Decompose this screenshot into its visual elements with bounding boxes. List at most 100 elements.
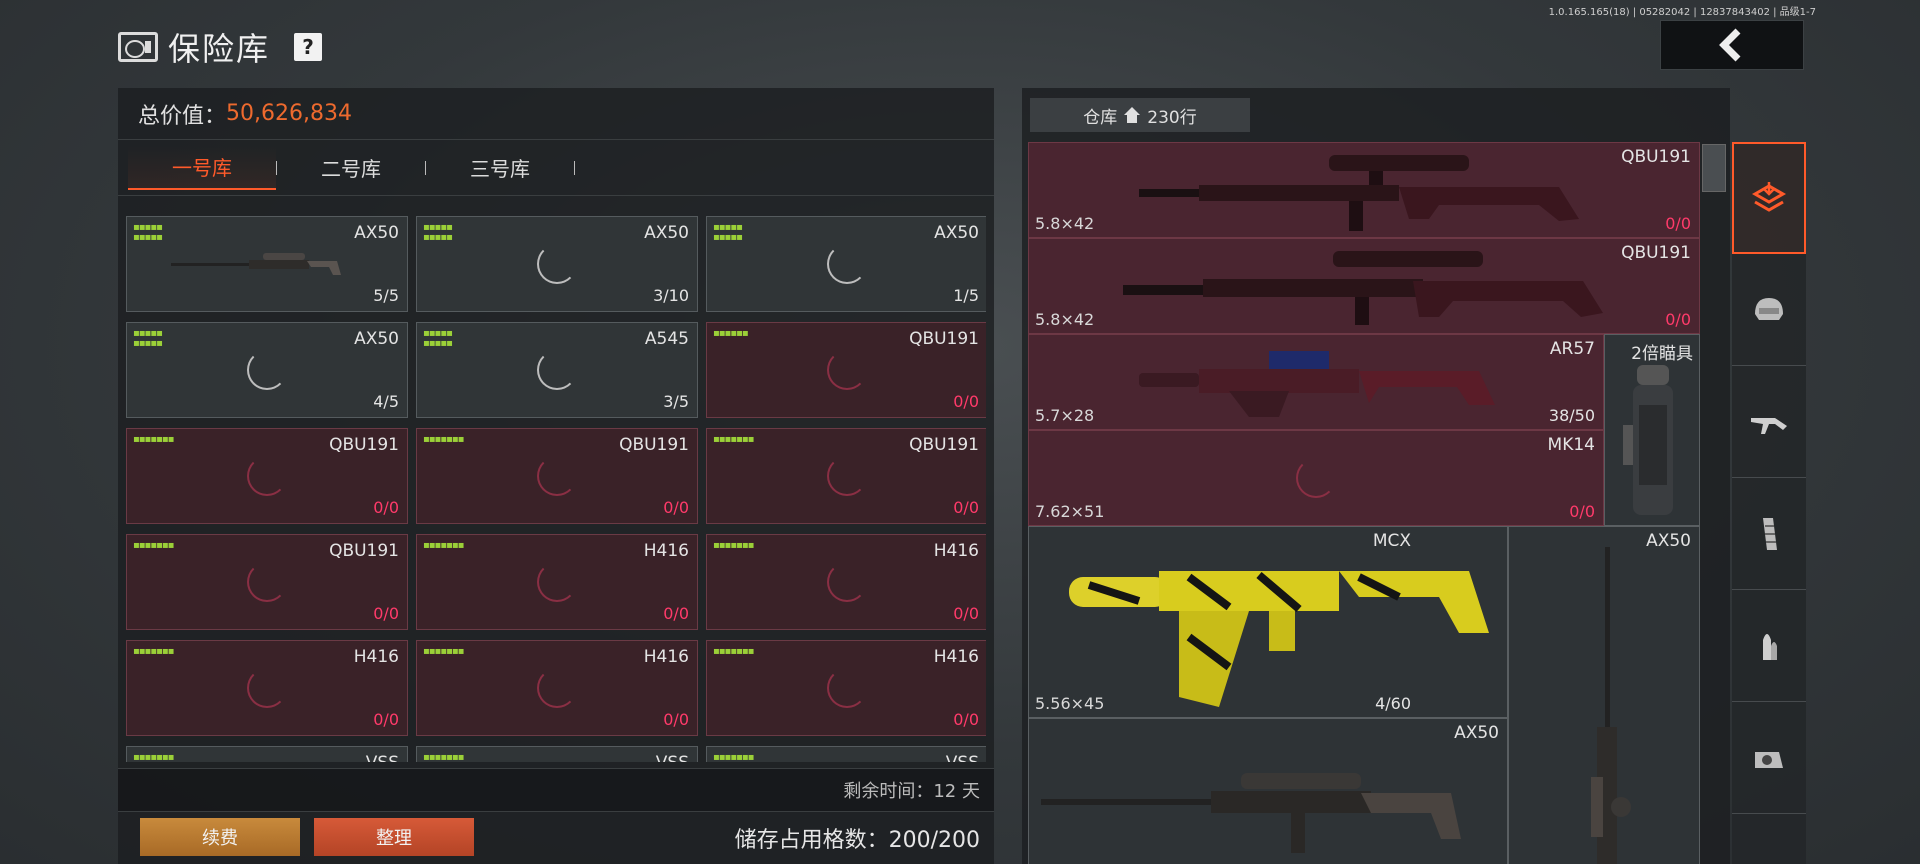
tab-safe-1[interactable]: 一号库 (128, 145, 276, 190)
ax50-rifle-icon (1591, 547, 1631, 864)
slot-count: 0/0 (953, 604, 979, 623)
item-name: 2倍瞄具 (1631, 344, 1693, 364)
grade-indicator: ▪▪▪▪▪▪▪ (713, 646, 754, 657)
category-all[interactable] (1732, 142, 1806, 254)
slot-count: 4/5 (373, 392, 399, 411)
slot-name: VSS (366, 753, 399, 762)
safe-slot[interactable]: ▪▪▪▪▪▪▪ VSS (706, 746, 986, 762)
warehouse-grid: QBU191 5.8×42 0/0 QBU191 5.8×42 0/0 AR57 (1028, 142, 1704, 864)
category-attachments[interactable] (1732, 702, 1806, 814)
safe-slot[interactable]: ▪▪▪▪▪▪▪ VSS (416, 746, 698, 762)
stack-icon (1751, 182, 1787, 212)
safe-slot[interactable]: ▪▪▪▪▪▪▪ VSS (126, 746, 408, 762)
item-caliber: 5.7×28 (1035, 406, 1095, 425)
mcx-rifle-icon (1069, 571, 1489, 707)
safe-slot[interactable]: ▪▪▪▪▪▪▪ H416 0/0 (706, 640, 986, 736)
loading-icon (537, 244, 577, 284)
back-arrow-icon (1719, 28, 1741, 62)
safe-slot[interactable]: ▪▪▪▪▪▪▪ QBU191 0/0 (416, 428, 698, 524)
loading-icon (537, 562, 577, 602)
warehouse-item[interactable]: QBU191 5.8×42 0/0 (1028, 142, 1700, 238)
category-magazines[interactable] (1732, 478, 1806, 590)
slot-name: AX50 (934, 223, 979, 243)
category-ammo[interactable] (1732, 590, 1806, 702)
safe-slot[interactable]: ▪▪▪▪▪ ▪▪▪▪▪ AX50 4/5 (126, 322, 408, 418)
warehouse-item[interactable]: AX50 (1028, 718, 1508, 864)
loading-icon (247, 562, 287, 602)
version-label: 1.0.165.165(18) | 05282042 | 12837843402… (1548, 7, 1816, 18)
loading-icon (537, 350, 577, 390)
safe-slot[interactable]: ▪▪▪▪▪▪▪ H416 0/0 (126, 640, 408, 736)
warehouse-tab[interactable]: 仓库 230行 (1030, 98, 1250, 132)
renew-button[interactable]: 续费 (140, 818, 300, 856)
item-count: 0/0 (1569, 502, 1595, 521)
warehouse-count: 230行 (1147, 107, 1197, 128)
category-armor[interactable] (1732, 254, 1806, 366)
grade-indicator: ▪▪▪▪▪▪▪ (713, 540, 754, 551)
grade-indicator: ▪▪▪▪▪▪▪ (133, 646, 174, 657)
help-button[interactable]: ? (294, 33, 323, 61)
scrollbar[interactable] (1702, 144, 1726, 192)
safe-slot[interactable]: ▪▪▪▪▪▪▪ H416 0/0 (416, 640, 698, 736)
slot-name: QBU191 (329, 541, 399, 561)
tab-safe-3[interactable]: 三号库 (426, 146, 574, 190)
item-caliber: 7.62×51 (1035, 502, 1105, 521)
item-count: 38/50 (1548, 406, 1595, 425)
slot-name: QBU191 (619, 435, 689, 455)
loading-icon (247, 456, 287, 496)
safe-slot[interactable]: ▪▪▪▪▪▪▪ QBU191 0/0 (706, 428, 986, 524)
item-count: 4/60 (1375, 694, 1411, 713)
warehouse-item[interactable]: 2倍瞄具 (1604, 334, 1700, 526)
safe-slot[interactable]: ▪▪▪▪▪ ▪▪▪▪▪ A545 3/5 (416, 322, 698, 418)
safe-slot[interactable]: ▪▪▪▪▪▪ QBU191 0/0 (706, 322, 986, 418)
item-name: MK14 (1547, 435, 1595, 455)
tab-safe-2[interactable]: 二号库 (277, 146, 425, 190)
safe-slot[interactable]: ▪▪▪▪▪▪▪ QBU191 0/0 (126, 428, 408, 524)
slot-name: AX50 (644, 223, 689, 243)
warehouse-item[interactable]: AX50 (1508, 526, 1700, 864)
item-name: QBU191 (1621, 147, 1691, 167)
slot-count: 0/0 (953, 710, 979, 729)
item-name: QBU191 (1621, 243, 1691, 263)
sort-button[interactable]: 整理 (314, 818, 474, 856)
warehouse-item[interactable]: MCX 5.56×45 4/60 (1028, 526, 1508, 718)
total-value-row: 总价值： 50,626,834 (118, 88, 994, 140)
warehouse-item[interactable]: AR57 5.7×28 38/50 (1028, 334, 1604, 430)
safe-slot[interactable]: ▪▪▪▪▪ ▪▪▪▪▪ AX50 3/10 (416, 216, 698, 312)
grade-indicator: ▪▪▪▪▪▪▪ (423, 434, 464, 445)
bullet-icon (1763, 633, 1777, 660)
header: 保险库 ? (118, 24, 323, 70)
slot-name: AX50 (354, 223, 399, 243)
warehouse-item[interactable]: QBU191 5.8×42 0/0 (1028, 238, 1700, 334)
category-weapons[interactable] (1732, 366, 1806, 478)
storage-usage: 储存占用格数：200/200 (734, 828, 980, 853)
safe-slot[interactable]: ▪▪▪▪▪▪▪ QBU191 0/0 (126, 534, 408, 630)
safe-slot[interactable]: ▪▪▪▪▪ ▪▪▪▪▪ AX50 5/5 (126, 216, 408, 312)
safe-panel: 总价值： 50,626,834 一号库 二号库 三号库 ▪▪▪▪▪ ▪▪▪▪▪ A… (118, 88, 994, 864)
item-caliber: 5.8×42 (1035, 310, 1095, 329)
slot-name: VSS (656, 753, 689, 762)
grade-indicator: ▪▪▪▪▪▪▪ (423, 540, 464, 551)
scope-icon (1623, 365, 1673, 515)
slot-count: 0/0 (663, 604, 689, 623)
grade-indicator: ▪▪▪▪▪ ▪▪▪▪▪ (713, 222, 743, 243)
warehouse-item[interactable]: MK14 7.62×51 0/0 (1028, 430, 1604, 526)
slot-name: QBU191 (909, 329, 979, 349)
loading-icon (827, 456, 867, 496)
item-name: AX50 (1646, 531, 1691, 551)
sight-icon (1755, 751, 1783, 768)
safe-grid: ▪▪▪▪▪ ▪▪▪▪▪ AX50 5/5 ▪▪▪▪▪ ▪▪▪▪▪ AX50 3/10 ▪▪▪… (126, 216, 986, 762)
safe-slot[interactable]: ▪▪▪▪▪ ▪▪▪▪▪ AX50 1/5 (706, 216, 986, 312)
back-button[interactable] (1660, 20, 1804, 70)
ar57-rifle-icon (1139, 351, 1495, 417)
total-label: 总价值： (138, 103, 227, 129)
item-caliber: 5.8×42 (1035, 214, 1095, 233)
slot-count: 0/0 (663, 710, 689, 729)
grade-indicator: ▪▪▪▪▪▪▪ (713, 752, 754, 763)
safe-slot[interactable]: ▪▪▪▪▪▪▪ H416 0/0 (416, 534, 698, 630)
safe-slot[interactable]: ▪▪▪▪▪▪▪ H416 0/0 (706, 534, 986, 630)
page-title: 保险库 (168, 30, 271, 68)
loading-icon (247, 350, 287, 390)
grade-indicator: ▪▪▪▪▪ ▪▪▪▪▪ (423, 328, 453, 349)
slot-count: 0/0 (373, 710, 399, 729)
